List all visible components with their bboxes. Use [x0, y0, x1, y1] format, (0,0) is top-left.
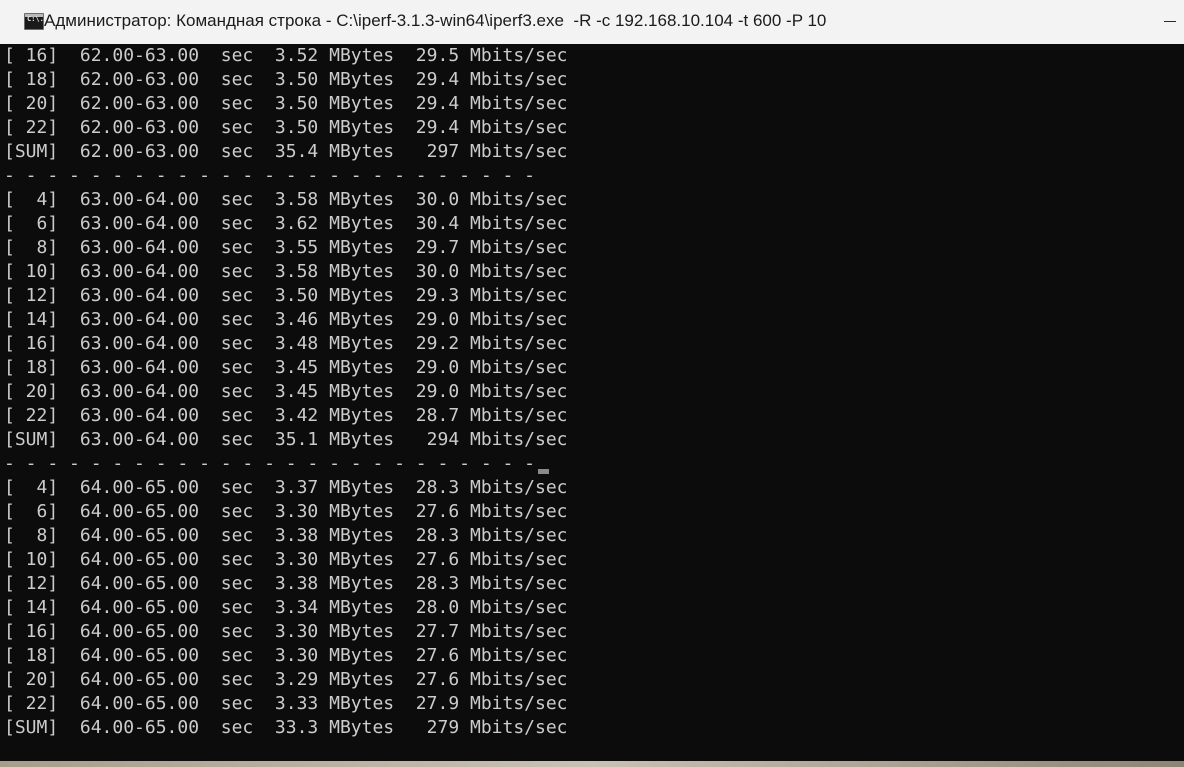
console-line: [ 22] 62.00-63.00 sec 3.50 MBytes 29.4 M…	[4, 117, 568, 138]
console-line: [ 16] 62.00-63.00 sec 3.52 MBytes 29.5 M…	[4, 45, 568, 66]
console-line: [ 12] 63.00-64.00 sec 3.50 MBytes 29.3 M…	[4, 285, 568, 306]
separator-line: - - - - - - - - - - - - - - - - - - - - …	[4, 453, 536, 474]
window-title: Администратор: Командная строка - C:\ipe…	[44, 11, 827, 30]
text-cursor	[538, 469, 549, 474]
console-line: [ 10] 64.00-65.00 sec 3.30 MBytes 27.6 M…	[4, 549, 568, 570]
minimize-icon	[1164, 21, 1176, 22]
console-line: [ 22] 63.00-64.00 sec 3.42 MBytes 28.7 M…	[4, 405, 568, 426]
console-line: [ 20] 64.00-65.00 sec 3.29 MBytes 27.6 M…	[4, 669, 568, 690]
console-line: [ 6] 64.00-65.00 sec 3.30 MBytes 27.6 Mb…	[4, 501, 568, 522]
console-line: [ 20] 62.00-63.00 sec 3.50 MBytes 29.4 M…	[4, 93, 568, 114]
console-line: [SUM] 64.00-65.00 sec 33.3 MBytes 279 Mb…	[4, 717, 568, 738]
console-line: [ 18] 63.00-64.00 sec 3.45 MBytes 29.0 M…	[4, 357, 568, 378]
console-line: [ 18] 64.00-65.00 sec 3.30 MBytes 27.6 M…	[4, 645, 568, 666]
console-line: [SUM] 63.00-64.00 sec 35.1 MBytes 294 Mb…	[4, 429, 568, 450]
console-line: [ 22] 64.00-65.00 sec 3.33 MBytes 27.9 M…	[4, 693, 568, 714]
console-line: [ 8] 63.00-64.00 sec 3.55 MBytes 29.7 Mb…	[4, 237, 568, 258]
console-line: [ 16] 63.00-64.00 sec 3.48 MBytes 29.2 M…	[4, 333, 568, 354]
desktop-background-strip	[0, 761, 1184, 767]
console-line: [ 10] 63.00-64.00 sec 3.58 MBytes 30.0 M…	[4, 261, 568, 282]
window-right-edge	[1178, 44, 1184, 767]
minimize-button[interactable]	[1150, 0, 1184, 44]
console-line: [SUM] 62.00-63.00 sec 35.4 MBytes 297 Mb…	[4, 141, 568, 162]
cmd-icon[interactable]: C:\.	[24, 13, 44, 30]
console-line: [ 4] 63.00-64.00 sec 3.58 MBytes 30.0 Mb…	[4, 189, 568, 210]
console-line: [ 18] 62.00-63.00 sec 3.50 MBytes 29.4 M…	[4, 69, 568, 90]
console-line: [ 20] 63.00-64.00 sec 3.45 MBytes 29.0 M…	[4, 381, 568, 402]
console-line: [ 4] 64.00-65.00 sec 3.37 MBytes 28.3 Mb…	[4, 477, 568, 498]
console-line: [ 12] 64.00-65.00 sec 3.38 MBytes 28.3 M…	[4, 573, 568, 594]
console-output[interactable]: [ 16] 62.00-63.00 sec 3.52 MBytes 29.5 M…	[0, 44, 1184, 767]
title-bar[interactable]: C:\. Администратор: Командная строка - C…	[0, 0, 1184, 44]
cmd-icon-label: C:\.	[27, 15, 44, 23]
console-line: [ 16] 64.00-65.00 sec 3.30 MBytes 27.7 M…	[4, 621, 568, 642]
console-line: [ 6] 63.00-64.00 sec 3.62 MBytes 30.4 Mb…	[4, 213, 568, 234]
console-line: [ 14] 63.00-64.00 sec 3.46 MBytes 29.0 M…	[4, 309, 568, 330]
separator-line: - - - - - - - - - - - - - - - - - - - - …	[4, 165, 536, 186]
console-line: [ 14] 64.00-65.00 sec 3.34 MBytes 28.0 M…	[4, 597, 568, 618]
console-line: [ 8] 64.00-65.00 sec 3.38 MBytes 28.3 Mb…	[4, 525, 568, 546]
command-prompt-window: C:\. Администратор: Командная строка - C…	[0, 0, 1184, 767]
